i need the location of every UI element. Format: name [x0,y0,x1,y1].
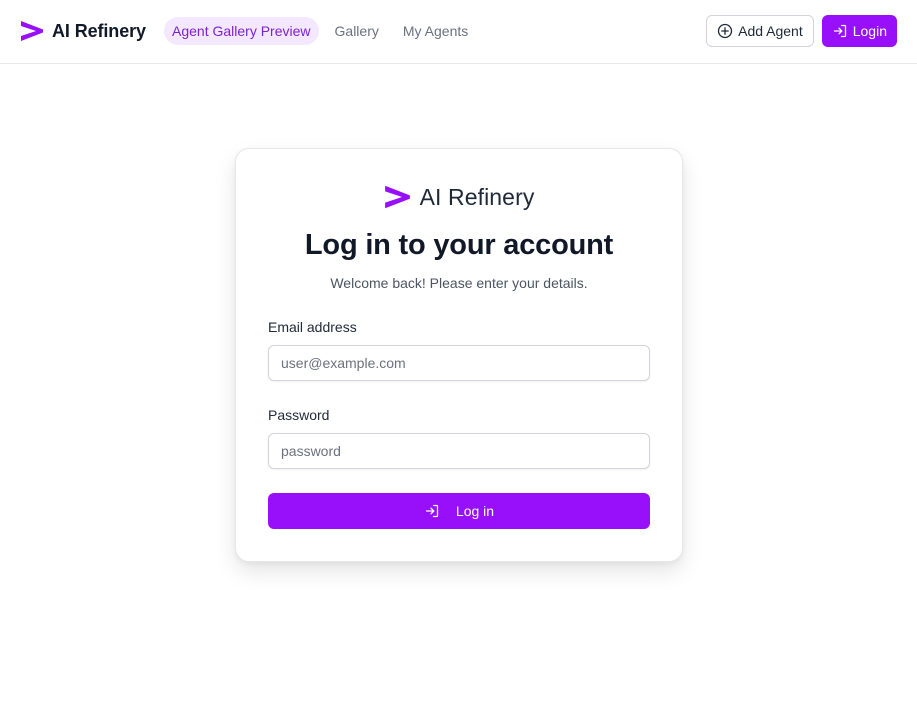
password-field[interactable] [268,433,650,469]
log-in-button[interactable]: Log in [268,493,650,529]
login-icon [833,24,846,38]
add-agent-label: Add Agent [738,23,803,39]
login-subtitle: Welcome back! Please enter your details. [330,275,588,291]
plus-circle-icon [717,23,733,39]
login-card: AI Refinery Log in to your account Welco… [235,148,683,562]
login-title: Log in to your account [304,229,614,261]
login-button[interactable]: Login [821,15,897,47]
chevron-logo-icon [21,21,43,41]
password-label: Password [268,407,330,423]
nav-item-agent-gallery-preview[interactable]: Agent Gallery Preview [164,17,319,45]
chevron-logo-icon [384,185,410,209]
card-brand-name: AI Refinery [419,183,535,210]
log-in-label: Log in [455,503,495,519]
login-label: Login [852,23,887,39]
top-nav-bar: AI Refinery Agent Gallery Preview Galler… [0,0,917,64]
brand[interactable]: AI Refinery [20,18,146,44]
brand-name: AI Refinery [52,20,146,41]
add-agent-button[interactable]: Add Agent [706,15,814,47]
nav-item-my-agents[interactable]: My Agents [395,17,476,45]
header-actions: Add Agent Login [706,15,897,47]
email-field[interactable] [268,345,650,381]
main-nav: Agent Gallery Preview Gallery My Agents [164,17,484,45]
email-label: Email address [268,319,357,335]
login-icon [425,504,439,518]
nav-item-gallery[interactable]: Gallery [327,17,387,45]
card-brand: AI Refinery [236,181,682,213]
